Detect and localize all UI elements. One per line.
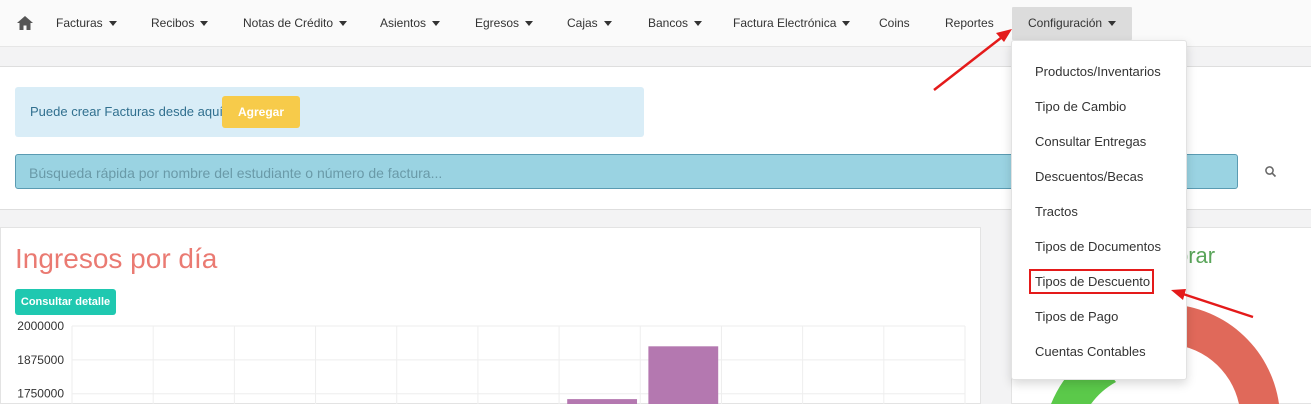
chart-bar[interactable] (567, 399, 638, 404)
info-alert: Puede crear Facturas desde aquí Agregar (15, 87, 644, 137)
configuracion-dropdown: Productos/Inventarios Tipo de Cambio Con… (1011, 40, 1187, 380)
nav-label: Configuración (1028, 16, 1103, 30)
nav-label: Notas de Crédito (243, 16, 334, 30)
menu-item-productos-inventarios[interactable]: Productos/Inventarios (1035, 64, 1161, 79)
caret-down-icon (1108, 21, 1117, 27)
menu-item-cuentas-contables[interactable]: Cuentas Contables (1035, 344, 1146, 359)
add-button[interactable]: Agregar (222, 96, 300, 128)
caret-down-icon (200, 21, 209, 27)
nav-label: Egresos (475, 16, 520, 30)
nav-factura-electronica[interactable]: Factura Electrónica (733, 0, 851, 47)
chart-bar[interactable] (648, 346, 719, 404)
home-icon[interactable] (15, 14, 35, 32)
caret-down-icon (432, 21, 441, 27)
menu-item-tipo-de-cambio[interactable]: Tipo de Cambio (1035, 99, 1126, 114)
nav-label: Recibos (151, 16, 195, 30)
caret-down-icon (339, 21, 348, 27)
caret-down-icon (842, 21, 851, 27)
nav-label: Bancos (648, 16, 689, 30)
search-icon[interactable] (1264, 165, 1278, 179)
highlight-box (1029, 269, 1154, 294)
nav-recibos[interactable]: Recibos (151, 0, 209, 47)
search-placeholder: Búsqueda rápida por nombre del estudiant… (29, 165, 443, 181)
alert-text: Puede crear Facturas desde aquí (30, 104, 223, 119)
nav-label: Factura Electrónica (733, 16, 837, 30)
y-tick-label: 2000000 (17, 319, 64, 333)
menu-item-tipos-de-pago[interactable]: Tipos de Pago (1035, 309, 1118, 324)
nav-asientos[interactable]: Asientos (380, 0, 441, 47)
income-panel-title: Ingresos por día (15, 243, 218, 274)
nav-cajas[interactable]: Cajas (567, 0, 612, 47)
menu-item-tractos[interactable]: Tractos (1035, 204, 1078, 219)
caret-down-icon (525, 21, 534, 27)
nav-label: Facturas (56, 16, 103, 30)
view-detail-button[interactable]: Consultar detalle (15, 289, 116, 315)
menu-item-descuentos-becas[interactable]: Descuentos/Becas (1035, 169, 1143, 184)
nav-configuracion[interactable]: Configuración (1012, 7, 1133, 40)
y-tick-label: 1750000 (17, 387, 64, 401)
menu-item-consultar-entregas[interactable]: Consultar Entregas (1035, 134, 1146, 149)
caret-down-icon (603, 21, 612, 27)
caret-down-icon (108, 21, 117, 27)
nav-reportes[interactable]: Reportes (945, 0, 994, 47)
nav-bancos[interactable]: Bancos (648, 0, 703, 47)
y-tick-label: 1875000 (17, 353, 64, 367)
caret-down-icon (694, 21, 703, 27)
nav-label: Coins (879, 16, 910, 30)
nav-coins[interactable]: Coins (879, 0, 910, 47)
nav-facturas[interactable]: Facturas (56, 0, 117, 47)
nav-label: Reportes (945, 16, 994, 30)
nav-egresos[interactable]: Egresos (475, 0, 534, 47)
nav-notas-de-credito[interactable]: Notas de Crédito (243, 0, 348, 47)
menu-item-tipos-de-documentos[interactable]: Tipos de Documentos (1035, 239, 1161, 254)
nav-label: Cajas (567, 16, 598, 30)
income-bar-chart: 2000000 1875000 1750000 (17, 319, 966, 404)
nav-label: Asientos (380, 16, 427, 30)
